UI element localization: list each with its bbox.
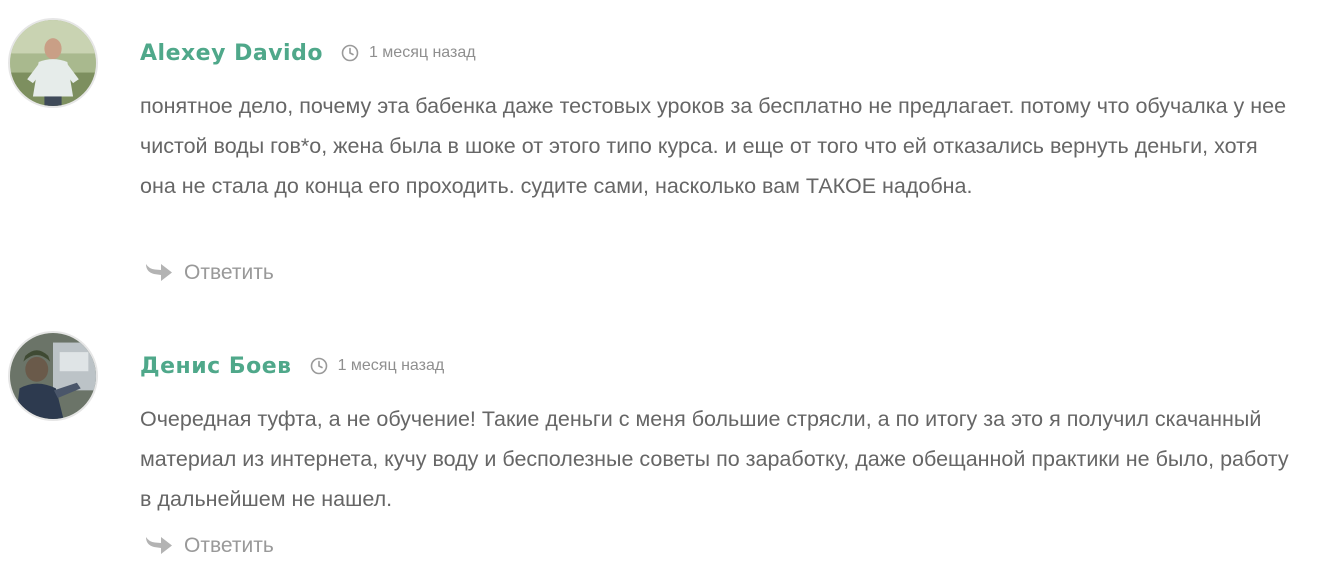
comment-header: Alexey Davido 1 месяц назад <box>140 38 476 68</box>
avatar[interactable] <box>8 18 98 108</box>
author-name[interactable]: Денис Боев <box>140 354 292 379</box>
reply-arrow-icon <box>144 260 174 286</box>
reply-button[interactable]: Ответить <box>144 533 274 559</box>
clock-icon <box>310 357 328 375</box>
reply-button[interactable]: Ответить <box>144 260 274 286</box>
clock-icon <box>341 44 359 62</box>
comment-meta: 1 месяц назад <box>310 357 445 375</box>
avatar-photo <box>10 20 96 106</box>
comment-header: Денис Боев 1 месяц назад <box>140 351 444 381</box>
comment-text: Очередная туфта, а не обучение! Такие де… <box>140 407 1289 511</box>
avatar-photo <box>10 333 96 419</box>
avatar[interactable] <box>8 331 98 421</box>
comment-time[interactable]: 1 месяц назад <box>338 357 445 375</box>
reply-arrow-icon <box>144 533 174 559</box>
comment-meta: 1 месяц назад <box>341 44 476 62</box>
comments-list: Alexey Davido 1 месяц назад понятное дел… <box>0 0 1324 578</box>
reply-label: Ответить <box>184 261 274 284</box>
comment-text: понятное дело, почему эта бабенка даже т… <box>140 94 1287 198</box>
author-name[interactable]: Alexey Davido <box>140 41 323 66</box>
reply-label: Ответить <box>184 534 274 557</box>
comment-time[interactable]: 1 месяц назад <box>369 44 476 62</box>
